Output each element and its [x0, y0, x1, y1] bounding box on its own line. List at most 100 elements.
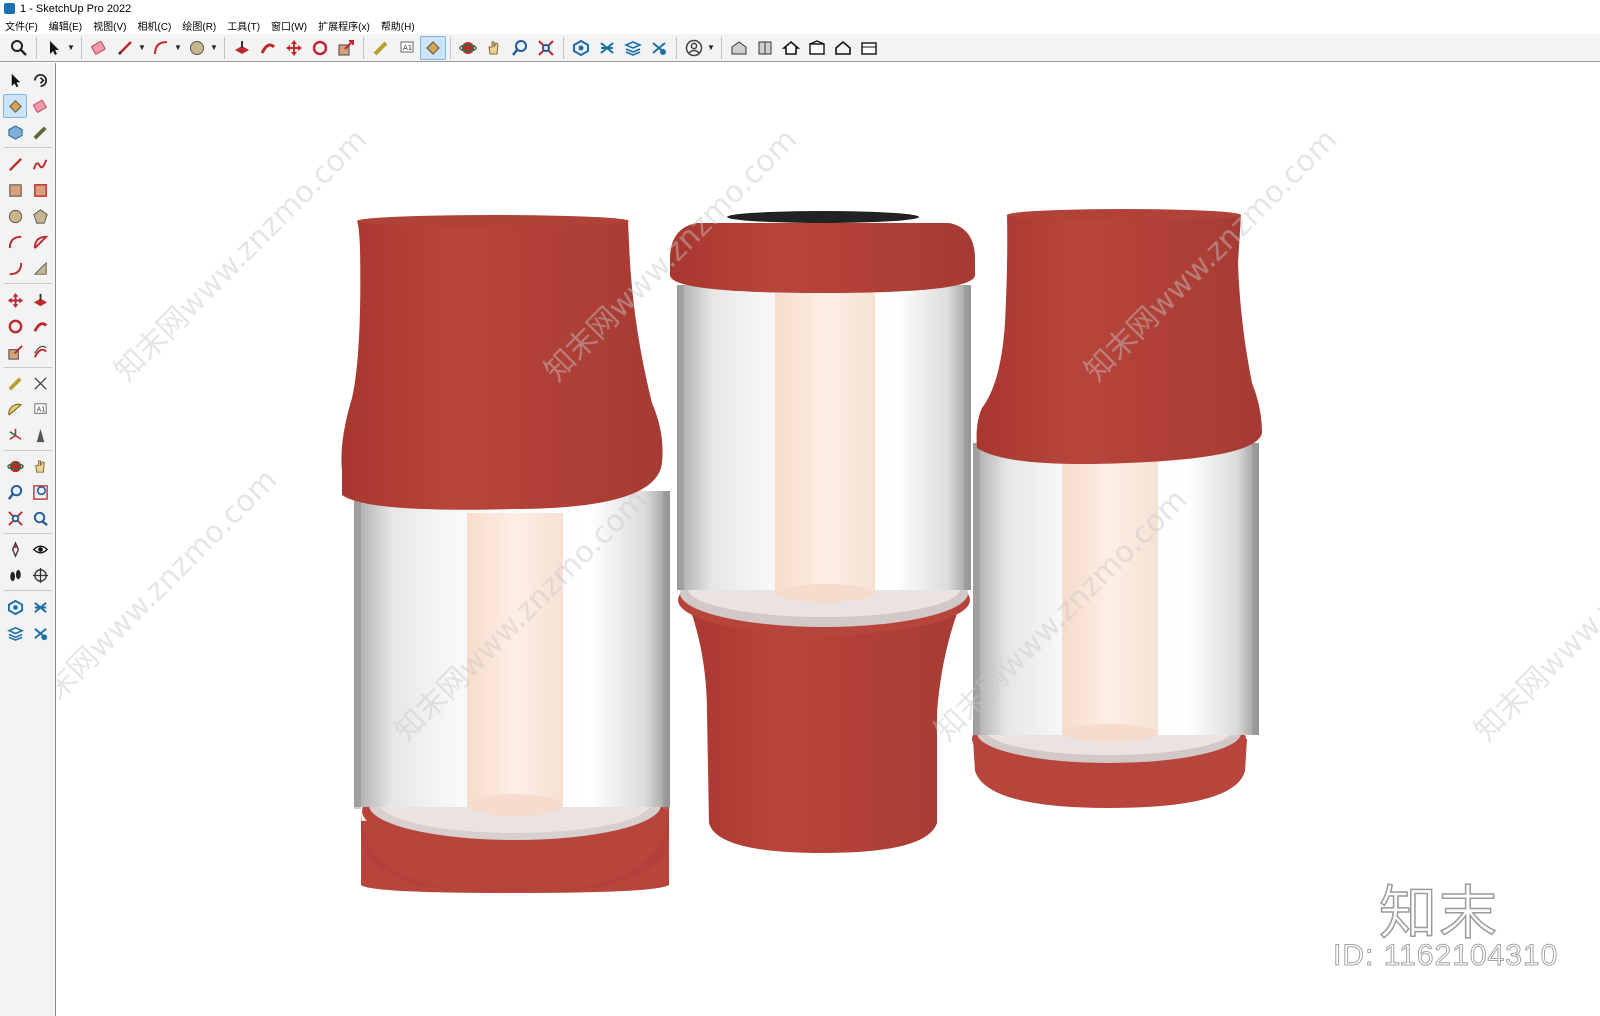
- materials-icon[interactable]: [804, 36, 830, 60]
- pushpull-icon[interactable]: [229, 36, 255, 60]
- orbit2-icon[interactable]: [3, 454, 27, 478]
- rotate-icon[interactable]: [3, 314, 27, 338]
- eraser-icon[interactable]: [28, 94, 52, 118]
- extension-warehouse-icon[interactable]: [752, 36, 778, 60]
- menu-file[interactable]: 文件(F): [5, 18, 38, 33]
- zoom-icon[interactable]: [3, 480, 27, 504]
- menu-help[interactable]: 帮助(H): [381, 18, 415, 33]
- components-icon[interactable]: [3, 595, 27, 619]
- offset-icon[interactable]: [28, 340, 52, 364]
- tape-icon[interactable]: [368, 36, 394, 60]
- pie-icon[interactable]: [28, 230, 52, 254]
- home-icon[interactable]: [778, 36, 804, 60]
- arc-dropdown[interactable]: ▼: [174, 36, 182, 60]
- orbit-icon[interactable]: [28, 68, 52, 92]
- arc-icon[interactable]: [3, 230, 27, 254]
- component-icon[interactable]: [3, 120, 27, 144]
- arc-icon[interactable]: [148, 36, 174, 60]
- layers-icon[interactable]: [3, 621, 27, 645]
- search-icon[interactable]: [6, 36, 32, 60]
- outline-house-icon[interactable]: [830, 36, 856, 60]
- move-icon[interactable]: [281, 36, 307, 60]
- followme-icon[interactable]: [255, 36, 281, 60]
- main-toolbar: ▼ ▼ ▼ ▼ A1 ▼: [0, 34, 1600, 62]
- previous-view-icon[interactable]: [28, 506, 52, 530]
- circle-dropdown[interactable]: ▼: [210, 36, 218, 60]
- scale-icon[interactable]: [3, 340, 27, 364]
- sections-icon[interactable]: [594, 36, 620, 60]
- line-icon[interactable]: [3, 152, 27, 176]
- look-around-icon[interactable]: [28, 537, 52, 561]
- two-point-arc-icon[interactable]: [3, 256, 27, 280]
- pan-icon[interactable]: [481, 36, 507, 60]
- zoom-icon[interactable]: [507, 36, 533, 60]
- lamp-middle[interactable]: [670, 211, 975, 853]
- protractor-icon[interactable]: [3, 397, 27, 421]
- circle-icon[interactable]: [3, 204, 27, 228]
- rectangle-icon[interactable]: [3, 178, 27, 202]
- tape-icon[interactable]: [3, 371, 27, 395]
- layers-icon[interactable]: [620, 36, 646, 60]
- lamp-right[interactable]: [972, 209, 1262, 808]
- menu-edit[interactable]: 编辑(E): [49, 18, 82, 33]
- circle-icon[interactable]: [184, 36, 210, 60]
- section-plane-icon[interactable]: [28, 563, 52, 587]
- menu-draw[interactable]: 绘图(R): [182, 18, 216, 33]
- sections-icon[interactable]: [28, 595, 52, 619]
- menu-tools[interactable]: 工具(T): [227, 18, 260, 33]
- menu-bar: 文件(F) 编辑(E) 视图(V) 相机(C) 绘图(R) 工具(T) 窗口(W…: [0, 17, 1600, 34]
- paint-bucket-icon[interactable]: [420, 35, 446, 60]
- toolbar-separator: [4, 533, 52, 534]
- pan-icon[interactable]: [28, 454, 52, 478]
- toolbar-separator: [4, 590, 52, 591]
- position-camera-icon[interactable]: [3, 537, 27, 561]
- watermark-id: ID: 1162104310: [1332, 939, 1559, 973]
- pushpull-icon[interactable]: [28, 288, 52, 312]
- paint-bucket-icon[interactable]: [3, 94, 27, 118]
- svg-text:A1: A1: [403, 44, 412, 52]
- menu-window[interactable]: 窗口(W): [271, 18, 307, 33]
- eraser-icon[interactable]: [86, 36, 112, 60]
- model-viewport[interactable]: 知末网www.znzmo.com 知末网www.znzmo.com 知末网www…: [57, 63, 1600, 1016]
- axes-icon[interactable]: [3, 423, 27, 447]
- rotated-rect-icon[interactable]: [28, 178, 52, 202]
- three-point-arc-icon[interactable]: [28, 256, 52, 280]
- toolbar-separator: [563, 36, 564, 59]
- followme-icon[interactable]: [28, 314, 52, 338]
- left-toolbar: A1: [0, 63, 56, 1016]
- account-dropdown[interactable]: ▼: [707, 36, 715, 60]
- zoom-extents-icon[interactable]: [533, 36, 559, 60]
- account-icon[interactable]: [681, 36, 707, 60]
- text-icon[interactable]: A1: [28, 397, 52, 421]
- select-icon[interactable]: [41, 36, 67, 60]
- styles-icon[interactable]: [28, 621, 52, 645]
- styles-icon[interactable]: [646, 36, 672, 60]
- orbit-icon[interactable]: [455, 36, 481, 60]
- select-icon[interactable]: [3, 68, 27, 92]
- scene-canvas[interactable]: 知末网www.znzmo.com 知末网www.znzmo.com 知末网www…: [57, 63, 1600, 1016]
- text-icon[interactable]: A1: [394, 36, 420, 60]
- components-icon[interactable]: [568, 36, 594, 60]
- dimension-icon[interactable]: [28, 371, 52, 395]
- toolbar-separator: [721, 36, 722, 59]
- menu-extensions[interactable]: 扩展程序(x): [318, 18, 370, 33]
- svg-text:A1: A1: [36, 405, 45, 413]
- pencil-dropdown[interactable]: ▼: [138, 36, 146, 60]
- menu-view[interactable]: 视图(V): [93, 18, 126, 33]
- tag-icon[interactable]: [28, 120, 52, 144]
- menu-camera[interactable]: 相机(C): [137, 18, 171, 33]
- walk-icon[interactable]: [3, 563, 27, 587]
- pencil-icon[interactable]: [112, 36, 138, 60]
- select-dropdown[interactable]: ▼: [67, 36, 75, 60]
- sandbox-icon[interactable]: [856, 36, 882, 60]
- toolbar-separator: [676, 36, 677, 59]
- 3d-text-icon[interactable]: [28, 423, 52, 447]
- zoom-window-icon[interactable]: [28, 480, 52, 504]
- polygon-icon[interactable]: [28, 204, 52, 228]
- rotate-icon[interactable]: [307, 36, 333, 60]
- zoom-extents-icon[interactable]: [3, 506, 27, 530]
- freehand-icon[interactable]: [28, 152, 52, 176]
- move-icon[interactable]: [3, 288, 27, 312]
- warehouse-icon[interactable]: [726, 36, 752, 60]
- scale-icon[interactable]: [333, 36, 359, 60]
